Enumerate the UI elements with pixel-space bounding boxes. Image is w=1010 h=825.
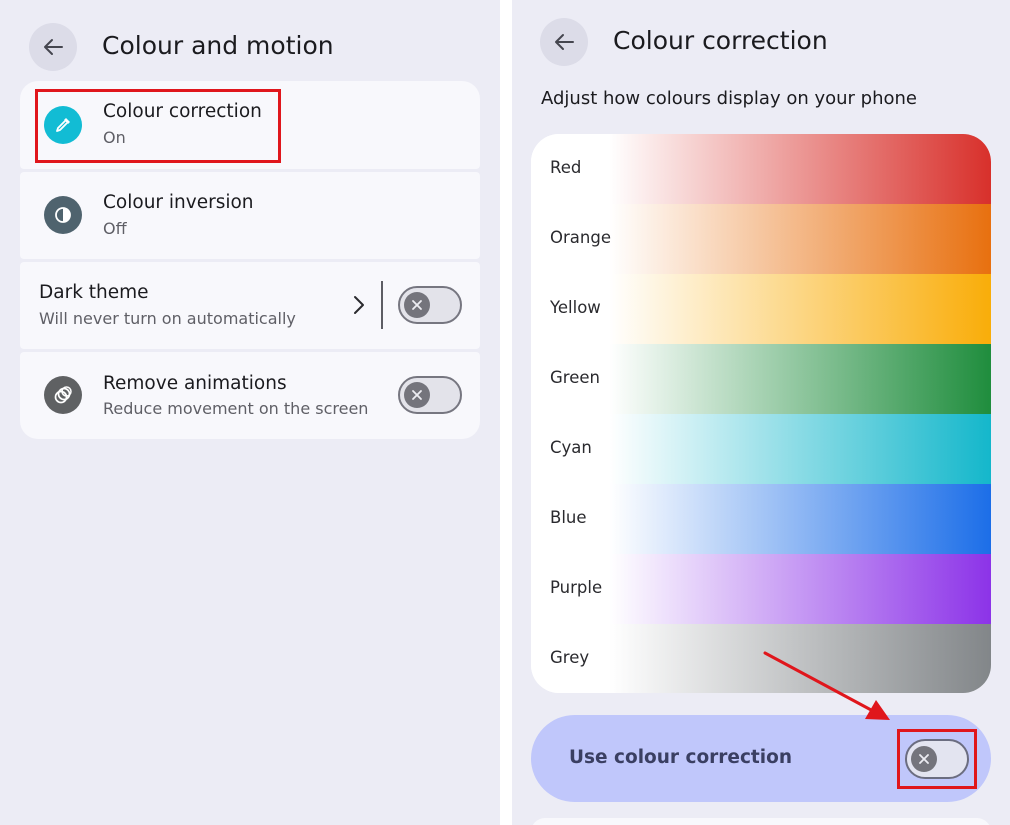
remove-animations-toggle[interactable] <box>398 376 462 414</box>
remove-animations-item[interactable]: Remove animations Reduce movement on the… <box>20 352 480 439</box>
close-icon <box>412 390 422 400</box>
dark-theme-toggle[interactable] <box>398 286 462 324</box>
swatch-cyan: Cyan <box>531 414 991 484</box>
back-button[interactable] <box>29 23 77 71</box>
swatch-label: Grey <box>550 648 590 667</box>
item-title: Dark theme <box>39 282 149 303</box>
item-subtitle: Reduce movement on the screen <box>103 399 369 418</box>
swatch-purple: Purple <box>531 554 991 624</box>
colour-inversion-item[interactable]: Colour inversion Off <box>20 172 480 259</box>
item-subtitle: Will never turn on automatically <box>39 309 296 328</box>
colour-and-motion-screen: Colour and motion Colour correction On C… <box>0 0 500 825</box>
colour-correction-screen: Colour correction Adjust how colours dis… <box>512 0 1010 825</box>
swatch-label: Purple <box>550 578 603 597</box>
item-title: Remove animations <box>103 373 287 394</box>
page-title: Colour and motion <box>102 31 334 60</box>
swatch-label: Green <box>550 368 600 387</box>
item-subtitle: Off <box>103 219 127 238</box>
arrow-back-icon <box>555 34 574 50</box>
divider <box>381 281 383 329</box>
back-button[interactable] <box>540 18 588 66</box>
dark-theme-item[interactable]: Dark theme Will never turn on automatica… <box>20 262 480 349</box>
page-title: Colour correction <box>613 26 828 55</box>
chevron-right-icon[interactable] <box>352 295 366 315</box>
half-circle-icon <box>44 196 82 234</box>
swatch-label: Yellow <box>550 298 601 317</box>
highlight-box <box>897 729 977 789</box>
rings-icon <box>44 376 82 414</box>
swatch-label: Blue <box>550 508 587 527</box>
swatch-yellow: Yellow <box>531 274 991 344</box>
swatch-label: Cyan <box>550 438 592 457</box>
swatch-red: Red <box>531 134 991 204</box>
swatch-blue: Blue <box>531 484 991 554</box>
swatch-orange: Orange <box>531 204 991 274</box>
close-icon <box>412 300 422 310</box>
highlight-box <box>35 89 281 163</box>
colour-swatches: Red Orange Yellow Green Cyan Blue Purple… <box>531 134 991 693</box>
item-title: Colour inversion <box>103 192 254 213</box>
arrow-back-icon <box>44 39 63 55</box>
page-subtitle: Adjust how colours display on your phone <box>541 88 917 109</box>
swatch-label: Orange <box>550 228 611 247</box>
toggle-knob <box>404 382 430 408</box>
use-colour-correction-label: Use colour correction <box>569 747 792 768</box>
annotation-arrow-icon <box>763 651 890 720</box>
swatch-label: Red <box>550 158 582 177</box>
swatch-green: Green <box>531 344 991 414</box>
toggle-knob <box>404 292 430 318</box>
bottom-card-edge <box>531 818 991 825</box>
